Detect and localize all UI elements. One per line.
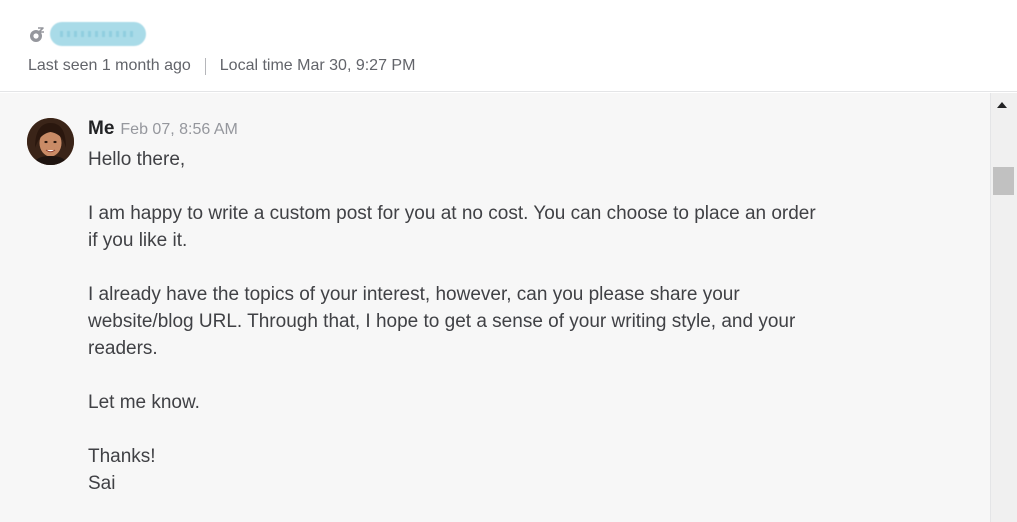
- avatar-portrait-icon: [27, 118, 74, 165]
- contact-meta: Last seen 1 month ago Local time Mar 30,…: [28, 57, 415, 75]
- scrollbar-thumb[interactable]: [993, 167, 1014, 195]
- message-timestamp: Feb 07, 8:56 AM: [120, 121, 238, 138]
- inbox-conversation-view: Last seen 1 month ago Local time Mar 30,…: [0, 0, 1017, 522]
- vertical-scrollbar[interactable]: [990, 93, 1017, 522]
- meta-divider: [204, 57, 206, 75]
- last-seen-text: Last seen 1 month ago: [28, 57, 191, 74]
- sender-name: Me: [88, 118, 115, 139]
- conversation-header: Last seen 1 month ago Local time Mar 30,…: [0, 0, 1017, 92]
- message-paragraph: Let me know.: [88, 392, 200, 413]
- message-paragraph: Sai: [88, 473, 116, 494]
- message-paragraph: I already have the topics of your intere…: [88, 284, 796, 359]
- offline-status-icon: [30, 27, 44, 42]
- message-body: Hello there, I am happy to write a custo…: [88, 146, 828, 497]
- message-paragraph: Hello there,: [88, 149, 186, 170]
- message-paragraph: I am happy to write a custom post for yo…: [88, 203, 816, 251]
- message-thread[interactable]: Me Feb 07, 8:56 AM Hello there, I am hap…: [0, 93, 990, 522]
- scroll-up-arrow-icon[interactable]: [997, 102, 1007, 108]
- message-paragraph: Thanks!: [88, 446, 156, 467]
- user-avatar[interactable]: [27, 118, 74, 165]
- redacted-username[interactable]: [50, 22, 146, 46]
- local-time-text: Local time Mar 30, 9:27 PM: [219, 57, 416, 74]
- message-header: Me Feb 07, 8:56 AM: [88, 118, 238, 140]
